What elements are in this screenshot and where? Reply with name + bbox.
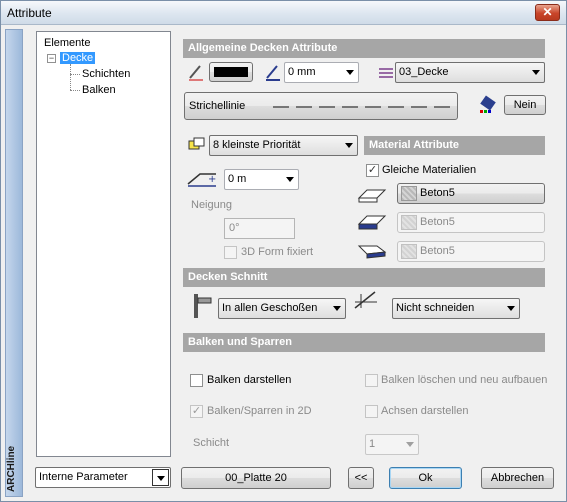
top-surface-icon xyxy=(357,189,387,203)
material-bottom-button[interactable]: Beton5 xyxy=(397,241,545,262)
beams-2d-label: Balken/Sparren in 2D xyxy=(207,405,312,417)
show-axes-checkbox[interactable] xyxy=(365,405,378,418)
tree-root[interactable]: Elemente xyxy=(44,37,90,49)
tree-item-decke[interactable]: Decke xyxy=(60,52,96,64)
cut-value: Nicht schneiden xyxy=(396,302,475,314)
layer-select[interactable]: 03_Decke xyxy=(395,62,545,83)
pen-color-icon[interactable] xyxy=(187,63,205,81)
floors-select[interactable]: In allen Geschoßen xyxy=(218,298,346,319)
offset-value: 0 m xyxy=(228,173,247,185)
offset-icon: + xyxy=(187,173,216,187)
chevron-down-icon xyxy=(507,306,515,311)
tree-connector xyxy=(70,64,71,90)
decken-schnitt-header: Decken Schnitt xyxy=(183,268,545,287)
line-width-value: 0 mm xyxy=(288,66,316,78)
color-swatch xyxy=(214,67,248,77)
layer-value: 03_Decke xyxy=(399,66,449,78)
material-swatch xyxy=(401,215,417,230)
material-side-name: Beton5 xyxy=(420,216,455,228)
beams-2d-checkbox[interactable]: ✓ xyxy=(190,405,203,418)
material-attributes-header: Material Attribute xyxy=(364,136,545,155)
priority-select[interactable]: 8 kleinste Priorität xyxy=(209,135,358,156)
title-bar[interactable]: Attribute ✕ xyxy=(1,1,566,25)
dashed-line-preview xyxy=(273,106,453,108)
tree-connector xyxy=(70,90,80,91)
tree-connector xyxy=(70,74,80,75)
parameters-value: Interne Parameter xyxy=(39,471,128,483)
3d-form-fixed-checkbox[interactable] xyxy=(224,246,237,259)
material-paint-icon xyxy=(480,95,496,113)
attribute-dialog: Attribute ✕ ARCHline Elemente − Decke Sc… xyxy=(0,0,567,502)
chevron-down-icon xyxy=(346,70,354,75)
floor-section-icon xyxy=(194,294,212,318)
show-axes-label: Achsen darstellen xyxy=(381,405,469,417)
back-button[interactable]: << xyxy=(348,467,374,489)
offset-select[interactable]: 0 m xyxy=(224,169,299,190)
material-top-button[interactable]: Beton5 xyxy=(397,183,545,204)
tree-item-schichten[interactable]: Schichten xyxy=(82,68,130,80)
side-surface-icon xyxy=(357,215,387,230)
general-attributes-header: Allgemeine Decken Attribute xyxy=(183,39,545,58)
material-bottom-name: Beton5 xyxy=(420,245,455,257)
line-width-select[interactable]: 0 mm xyxy=(284,62,359,83)
material-swatch xyxy=(401,244,417,259)
tree-item-balken[interactable]: Balken xyxy=(82,84,116,96)
dropdown-button[interactable] xyxy=(152,469,169,486)
floors-value: In allen Geschoßen xyxy=(222,302,318,314)
svg-text:+: + xyxy=(208,174,216,185)
cancel-button[interactable]: Abbrechen xyxy=(481,467,554,489)
chevron-down-icon xyxy=(157,476,165,481)
schicht-select[interactable]: 1 xyxy=(365,434,419,455)
parameters-select[interactable]: Interne Parameter xyxy=(35,467,171,488)
material-swatch xyxy=(401,186,417,201)
same-materials-checkbox[interactable]: ✓ xyxy=(366,164,379,177)
cut-icon xyxy=(354,291,377,309)
neigung-input[interactable]: 0° xyxy=(224,218,295,239)
3d-form-fixed-label: 3D Form fixiert xyxy=(241,246,314,258)
show-beams-checkbox[interactable] xyxy=(190,374,203,387)
priority-icon xyxy=(188,137,205,150)
neigung-label: Neigung xyxy=(191,199,232,211)
element-tree[interactable]: Elemente − Decke Schichten Balken xyxy=(36,31,171,457)
nein-button[interactable]: Nein xyxy=(504,95,546,115)
chevron-down-icon xyxy=(406,442,414,447)
layer-icon xyxy=(379,68,393,78)
pen-width-icon xyxy=(266,65,280,81)
schicht-value: 1 xyxy=(369,438,376,450)
material-side-button[interactable]: Beton5 xyxy=(397,212,545,233)
same-materials-label: Gleiche Materialien xyxy=(382,164,477,176)
priority-value: 8 kleinste Priorität xyxy=(213,139,301,151)
chevron-down-icon xyxy=(333,306,341,311)
line-style-button[interactable]: Strichellinie xyxy=(184,92,458,120)
balken-sparren-header: Balken und Sparren xyxy=(183,333,545,352)
window-title: Attribute xyxy=(7,6,52,20)
chevron-down-icon xyxy=(286,177,294,182)
side-strip: ARCHline xyxy=(5,29,23,497)
line-style-label: Strichellinie xyxy=(189,100,246,112)
chevron-down-icon xyxy=(345,143,353,148)
delete-recreate-checkbox[interactable] xyxy=(365,374,378,387)
ok-button[interactable]: Ok xyxy=(389,467,462,489)
chevron-down-icon xyxy=(532,70,540,75)
line-color-button[interactable] xyxy=(209,62,253,82)
cut-select[interactable]: Nicht schneiden xyxy=(392,298,520,319)
delete-recreate-label: Balken löschen und neu aufbauen xyxy=(381,374,548,386)
bottom-surface-icon xyxy=(357,245,387,259)
material-top-name: Beton5 xyxy=(420,187,455,199)
close-button[interactable]: ✕ xyxy=(535,4,560,21)
schicht-label: Schicht xyxy=(193,437,230,449)
side-strip-label: ARCHline xyxy=(6,445,17,492)
preset-button[interactable]: 00_Platte 20 xyxy=(181,467,331,489)
collapse-icon[interactable]: − xyxy=(47,54,56,63)
show-beams-label: Balken darstellen xyxy=(207,374,292,386)
